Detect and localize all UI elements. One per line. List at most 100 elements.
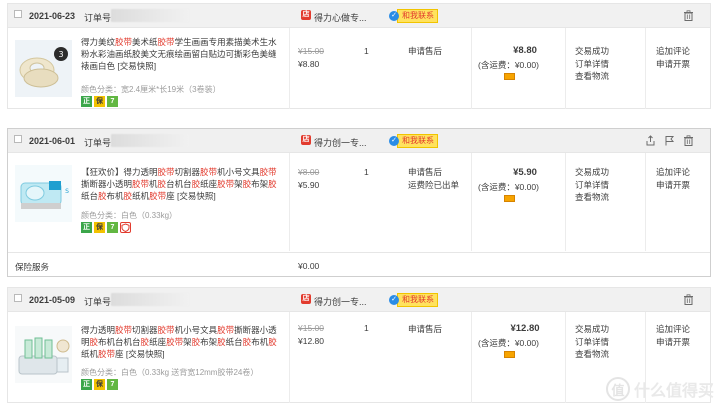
quantity: 1 bbox=[364, 323, 369, 333]
order-checkbox[interactable] bbox=[14, 135, 22, 143]
product-title[interactable]: 得力透明胶带切割器胶带机小号文具胶带撕断器小透明胶布机台机台胶纸座胶带架胶布架胶… bbox=[81, 324, 281, 360]
chat-icon: ✓ bbox=[389, 11, 399, 21]
order-body: 得力透明胶带切割器胶带机小号文具胶带撕断器小透明胶布机台机台胶纸座胶带架胶布架胶… bbox=[8, 312, 710, 403]
svg-text:S: S bbox=[65, 188, 69, 195]
action-links: 追加评论 申请开票 bbox=[656, 45, 690, 70]
order-detail-link[interactable]: 订单详情 bbox=[575, 336, 609, 349]
svg-text:3: 3 bbox=[58, 50, 63, 59]
order-header: 2021-05-09 订单号: 店 得力创一专... ✓ 和我联系 bbox=[8, 288, 710, 312]
shield-icon bbox=[120, 222, 131, 233]
contact-seller-button[interactable]: ✓ 和我联系 bbox=[389, 134, 438, 148]
chat-icon: ✓ bbox=[389, 295, 399, 305]
quantity: 1 bbox=[364, 46, 369, 56]
share-icon[interactable] bbox=[645, 135, 656, 146]
product-image[interactable]: S bbox=[15, 165, 72, 222]
product-image[interactable]: 3 bbox=[15, 40, 72, 97]
order-date: 2021-06-23 bbox=[29, 11, 76, 21]
apply-invoice-link[interactable]: 申请开票 bbox=[656, 58, 690, 71]
apply-after-sales-link[interactable]: 申请售后 bbox=[408, 323, 442, 336]
product-title[interactable]: 【狂欢价】得力透明胶带切割器胶带机小号文具胶带撕断器小透明胶带机胶台机台胶纸座胶… bbox=[81, 166, 281, 202]
apply-after-sales-link[interactable]: 申请售后 bbox=[408, 166, 459, 179]
order-header: 2021-06-01 订单号: 店 得力创一专... ✓ 和我联系 bbox=[8, 129, 710, 153]
order-number-label: 订单号: bbox=[84, 13, 114, 23]
contact-label: 和我联系 bbox=[397, 293, 438, 307]
divider bbox=[289, 153, 290, 251]
genuine-badge: 正 bbox=[81, 379, 92, 390]
unit-price: ¥12.80 bbox=[298, 336, 324, 346]
trash-icon[interactable] bbox=[683, 10, 694, 21]
order-header: 2021-06-23 订单号: 店 得力心做专... ✓ 和我联系 bbox=[8, 4, 710, 28]
view-logistics-link[interactable]: 查看物流 bbox=[575, 191, 609, 204]
contact-label: 和我联系 bbox=[397, 134, 438, 148]
seven-day-return-badge: 7 bbox=[107, 96, 118, 107]
contact-seller-button[interactable]: ✓ 和我联系 bbox=[389, 9, 438, 23]
shop-icon: 店 bbox=[301, 294, 311, 304]
service-badges: 正 保 7 bbox=[81, 222, 131, 233]
shipping-fee: (含运费：¥0.00) bbox=[478, 338, 539, 348]
order-total: ¥5.90 bbox=[513, 167, 537, 178]
shipping-fee: (含运费：¥0.00) bbox=[478, 60, 539, 70]
add-review-link[interactable]: 追加评论 bbox=[656, 45, 690, 58]
trash-icon[interactable] bbox=[683, 135, 694, 146]
service-badges: 正 保 7 bbox=[81, 96, 118, 107]
order-card: 2021-06-01 订单号: 店 得力创一专... ✓ 和我联系 S 【狂欢价… bbox=[7, 128, 711, 277]
card-icon bbox=[504, 351, 515, 358]
smzdm-watermark: 值 什么值得买 bbox=[605, 377, 714, 401]
contact-label: 和我联系 bbox=[397, 9, 438, 23]
view-logistics-link[interactable]: 查看物流 bbox=[575, 70, 609, 83]
add-review-link[interactable]: 追加评论 bbox=[656, 166, 690, 179]
product-spec: 颜色分类：白色（0.33kg 送背宽12mm胶带24卷） bbox=[81, 368, 259, 377]
chat-icon: ✓ bbox=[389, 136, 399, 146]
add-review-link[interactable]: 追加评论 bbox=[656, 323, 690, 336]
divider bbox=[471, 28, 472, 109]
seven-day-return-badge: 7 bbox=[107, 379, 118, 390]
divider bbox=[471, 153, 472, 251]
view-logistics-link[interactable]: 查看物流 bbox=[575, 348, 609, 361]
apply-invoice-link[interactable]: 申请开票 bbox=[656, 179, 690, 192]
order-number-redacted bbox=[111, 134, 189, 147]
trash-icon[interactable] bbox=[683, 294, 694, 305]
shipping-insurance-link[interactable]: 运费险已出单 bbox=[408, 179, 459, 192]
order-number-redacted bbox=[111, 9, 189, 22]
guarantee-badge: 保 bbox=[94, 96, 105, 107]
product-title[interactable]: 得力美纹胶带美术纸胶带学生画画专用素描美术生水粉水彩油画纸胶美文无痕绘画留白贴边… bbox=[81, 36, 281, 72]
divider bbox=[645, 153, 646, 251]
trade-status: 交易成功 bbox=[575, 324, 610, 334]
product-image[interactable] bbox=[15, 326, 72, 383]
apply-after-sales-link[interactable]: 申请售后 bbox=[408, 45, 442, 58]
action-links: 追加评论 申请开票 bbox=[656, 166, 690, 191]
divider bbox=[289, 28, 290, 109]
contact-seller-button[interactable]: ✓ 和我联系 bbox=[389, 293, 438, 307]
insurance-service-label: 保险服务 bbox=[15, 262, 50, 272]
apply-invoice-link[interactable]: 申请开票 bbox=[656, 336, 690, 349]
divider bbox=[565, 312, 566, 403]
trade-status: 交易成功 bbox=[575, 167, 610, 177]
divider bbox=[471, 312, 472, 403]
card-icon bbox=[504, 195, 515, 202]
shop-name[interactable]: 得力心做专... bbox=[314, 11, 367, 24]
shop-name[interactable]: 得力创一专... bbox=[314, 136, 367, 149]
action-links: 追加评论 申请开票 bbox=[656, 323, 690, 348]
order-checkbox[interactable] bbox=[14, 294, 22, 302]
divider bbox=[289, 312, 290, 403]
card-icon bbox=[504, 73, 515, 80]
after-sales-links: 申请售后 bbox=[408, 45, 442, 58]
status-links: 交易成功 订单详情 查看物流 bbox=[575, 45, 609, 83]
service-badges: 正 保 7 bbox=[81, 379, 118, 390]
order-total: ¥12.80 bbox=[510, 323, 540, 334]
insurance-service-row: 保险服务 ¥0.00 bbox=[8, 252, 710, 278]
shop-name[interactable]: 得力创一专... bbox=[314, 295, 367, 308]
order-date: 2021-06-01 bbox=[29, 136, 76, 146]
genuine-badge: 正 bbox=[81, 96, 92, 107]
order-card: 2021-06-23 订单号: 店 得力心做专... ✓ 和我联系 3 得力美纹… bbox=[7, 3, 711, 109]
order-checkbox[interactable] bbox=[14, 10, 22, 18]
shop-icon: 店 bbox=[301, 135, 311, 145]
order-number-label: 订单号: bbox=[84, 297, 114, 307]
order-number-redacted bbox=[111, 293, 189, 306]
after-sales-links: 申请售后 运费险已出单 bbox=[408, 166, 459, 192]
guarantee-badge: 保 bbox=[94, 222, 105, 233]
order-detail-link[interactable]: 订单详情 bbox=[575, 58, 609, 71]
order-detail-link[interactable]: 订单详情 bbox=[575, 179, 609, 192]
flag-icon[interactable] bbox=[664, 135, 675, 146]
original-price: ¥15.00 bbox=[298, 323, 324, 333]
